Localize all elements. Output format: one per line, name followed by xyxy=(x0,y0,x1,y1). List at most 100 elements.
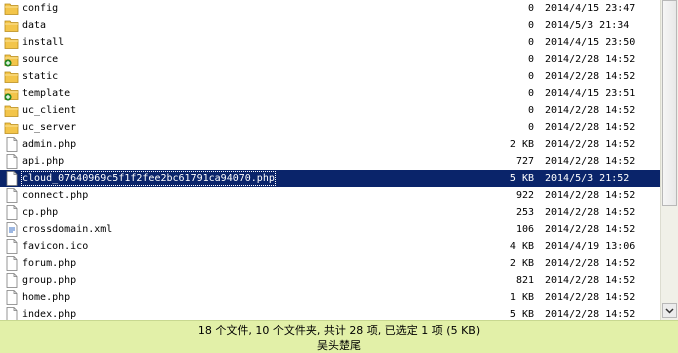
file-row[interactable]: admin.php 2 KB 2014/2/28 14:52 xyxy=(0,136,660,153)
file-size: 0 xyxy=(527,37,534,48)
file-date: 2014/5/3 21:52 xyxy=(545,173,630,184)
file-date: 2014/4/19 13:06 xyxy=(545,241,636,252)
file-row[interactable]: install 0 2014/4/15 23:50 xyxy=(0,34,660,51)
file-date: 2014/2/28 14:52 xyxy=(545,71,636,82)
file-name: template xyxy=(22,88,71,99)
file-date: 2014/5/3 21:34 xyxy=(545,20,630,31)
file-name: uc_server xyxy=(22,122,77,133)
status-author: 吴头楚尾 xyxy=(317,339,361,352)
file-size: 922 xyxy=(515,190,534,201)
file-row[interactable]: home.php 1 KB 2014/2/28 14:52 xyxy=(0,289,660,306)
file-row[interactable]: favicon.ico 4 KB 2014/4/19 13:06 xyxy=(0,238,660,255)
file-date: 2014/2/28 14:52 xyxy=(545,190,636,201)
file-size: 253 xyxy=(515,207,534,218)
file-icon xyxy=(4,290,20,305)
status-bar: 18 个文件, 10 个文件夹, 共计 28 项, 已选定 1 项 (5 KB)… xyxy=(0,320,678,353)
folder-icon xyxy=(4,18,20,33)
status-summary: 18 个文件, 10 个文件夹, 共计 28 项, 已选定 1 项 (5 KB) xyxy=(197,324,481,337)
file-row[interactable]: connect.php 922 2014/2/28 14:52 xyxy=(0,187,660,204)
file-size: 727 xyxy=(515,156,534,167)
file-date: 2014/2/28 14:52 xyxy=(545,258,636,269)
file-row-selected[interactable]: cloud_07640969c5f1f2fee2bc61791ca94070.p… xyxy=(0,170,660,187)
file-row[interactable]: data 0 2014/5/3 21:34 xyxy=(0,17,660,34)
file-date: 2014/2/28 14:52 xyxy=(545,156,636,167)
file-list[interactable]: config 0 2014/4/15 23:47 data 0 2014/5/3 21:3… xyxy=(0,0,660,320)
file-size: 0 xyxy=(527,3,534,14)
file-icon xyxy=(4,239,20,254)
file-icon xyxy=(4,137,20,152)
file-size: 0 xyxy=(527,105,534,116)
file-size: 0 xyxy=(527,71,534,82)
file-size: 0 xyxy=(527,20,534,31)
file-name: cloud_07640969c5f1f2fee2bc61791ca94070.p… xyxy=(21,171,276,186)
scrollbar-thumb[interactable] xyxy=(662,0,677,206)
file-name: admin.php xyxy=(22,139,77,150)
file-icon xyxy=(4,273,20,288)
file-date: 2014/2/28 14:52 xyxy=(545,105,636,116)
file-name: uc_client xyxy=(22,105,77,116)
file-icon xyxy=(4,307,20,320)
folder-icon xyxy=(4,103,20,118)
file-name: forum.php xyxy=(22,258,77,269)
file-name: home.php xyxy=(22,292,71,303)
file-row[interactable]: forum.php 2 KB 2014/2/28 14:52 xyxy=(0,255,660,272)
file-row[interactable]: uc_client 0 2014/2/28 14:52 xyxy=(0,102,660,119)
file-size: 4 KB xyxy=(509,241,534,252)
folder-icon xyxy=(4,69,20,84)
file-icon xyxy=(4,188,20,203)
file-row[interactable]: api.php 727 2014/2/28 14:52 xyxy=(0,153,660,170)
file-date: 2014/2/28 14:52 xyxy=(545,122,636,133)
file-row[interactable]: uc_server 0 2014/2/28 14:52 xyxy=(0,119,660,136)
chevron-down-icon xyxy=(665,308,674,314)
file-row[interactable]: config 0 2014/4/15 23:47 xyxy=(0,0,660,17)
file-name: data xyxy=(22,20,47,31)
scroll-down-button[interactable] xyxy=(662,303,677,318)
file-name: cp.php xyxy=(22,207,59,218)
file-icon xyxy=(4,205,20,220)
file-name: install xyxy=(22,37,65,48)
file-icon xyxy=(4,171,20,186)
folder-icon xyxy=(4,35,20,50)
file-date: 2014/4/15 23:47 xyxy=(545,3,636,14)
file-size: 1 KB xyxy=(509,292,534,303)
folder-icon xyxy=(4,1,20,16)
folder-plus-icon xyxy=(4,52,20,67)
file-size: 106 xyxy=(515,224,534,235)
vertical-scrollbar[interactable] xyxy=(660,0,678,320)
file-size: 2 KB xyxy=(509,258,534,269)
file-row[interactable]: crossdomain.xml 106 2014/2/28 14:52 xyxy=(0,221,660,238)
file-row[interactable]: group.php 821 2014/2/28 14:52 xyxy=(0,272,660,289)
file-icon xyxy=(4,154,20,169)
file-size: 821 xyxy=(515,275,534,286)
file-name: crossdomain.xml xyxy=(22,224,113,235)
file-date: 2014/4/15 23:51 xyxy=(545,88,636,99)
folder-icon xyxy=(4,120,20,135)
file-date: 2014/2/28 14:52 xyxy=(545,292,636,303)
file-row[interactable]: template 0 2014/4/15 23:51 xyxy=(0,85,660,102)
file-size: 5 KB xyxy=(509,309,534,320)
file-name: index.php xyxy=(22,309,77,320)
file-size: 0 xyxy=(527,54,534,65)
file-date: 2014/2/28 14:52 xyxy=(545,224,636,235)
file-icon xyxy=(4,256,20,271)
file-date: 2014/2/28 14:52 xyxy=(545,275,636,286)
file-row[interactable]: index.php 5 KB 2014/2/28 14:52 xyxy=(0,306,660,320)
file-date: 2014/2/28 14:52 xyxy=(545,54,636,65)
file-size: 5 KB xyxy=(509,173,534,184)
xml-file-icon xyxy=(4,222,20,237)
file-row[interactable]: source 0 2014/2/28 14:52 xyxy=(0,51,660,68)
file-row[interactable]: static 0 2014/2/28 14:52 xyxy=(0,68,660,85)
file-name: config xyxy=(22,3,59,14)
file-size: 2 KB xyxy=(509,139,534,150)
file-name: group.php xyxy=(22,275,77,286)
file-name: source xyxy=(22,54,59,65)
file-name: favicon.ico xyxy=(22,241,89,252)
file-name: static xyxy=(22,71,59,82)
folder-plus-icon xyxy=(4,86,20,101)
file-size: 0 xyxy=(527,122,534,133)
file-date: 2014/4/15 23:50 xyxy=(545,37,636,48)
file-row[interactable]: cp.php 253 2014/2/28 14:52 xyxy=(0,204,660,221)
file-date: 2014/2/28 14:52 xyxy=(545,309,636,320)
file-name: connect.php xyxy=(22,190,89,201)
file-date: 2014/2/28 14:52 xyxy=(545,207,636,218)
